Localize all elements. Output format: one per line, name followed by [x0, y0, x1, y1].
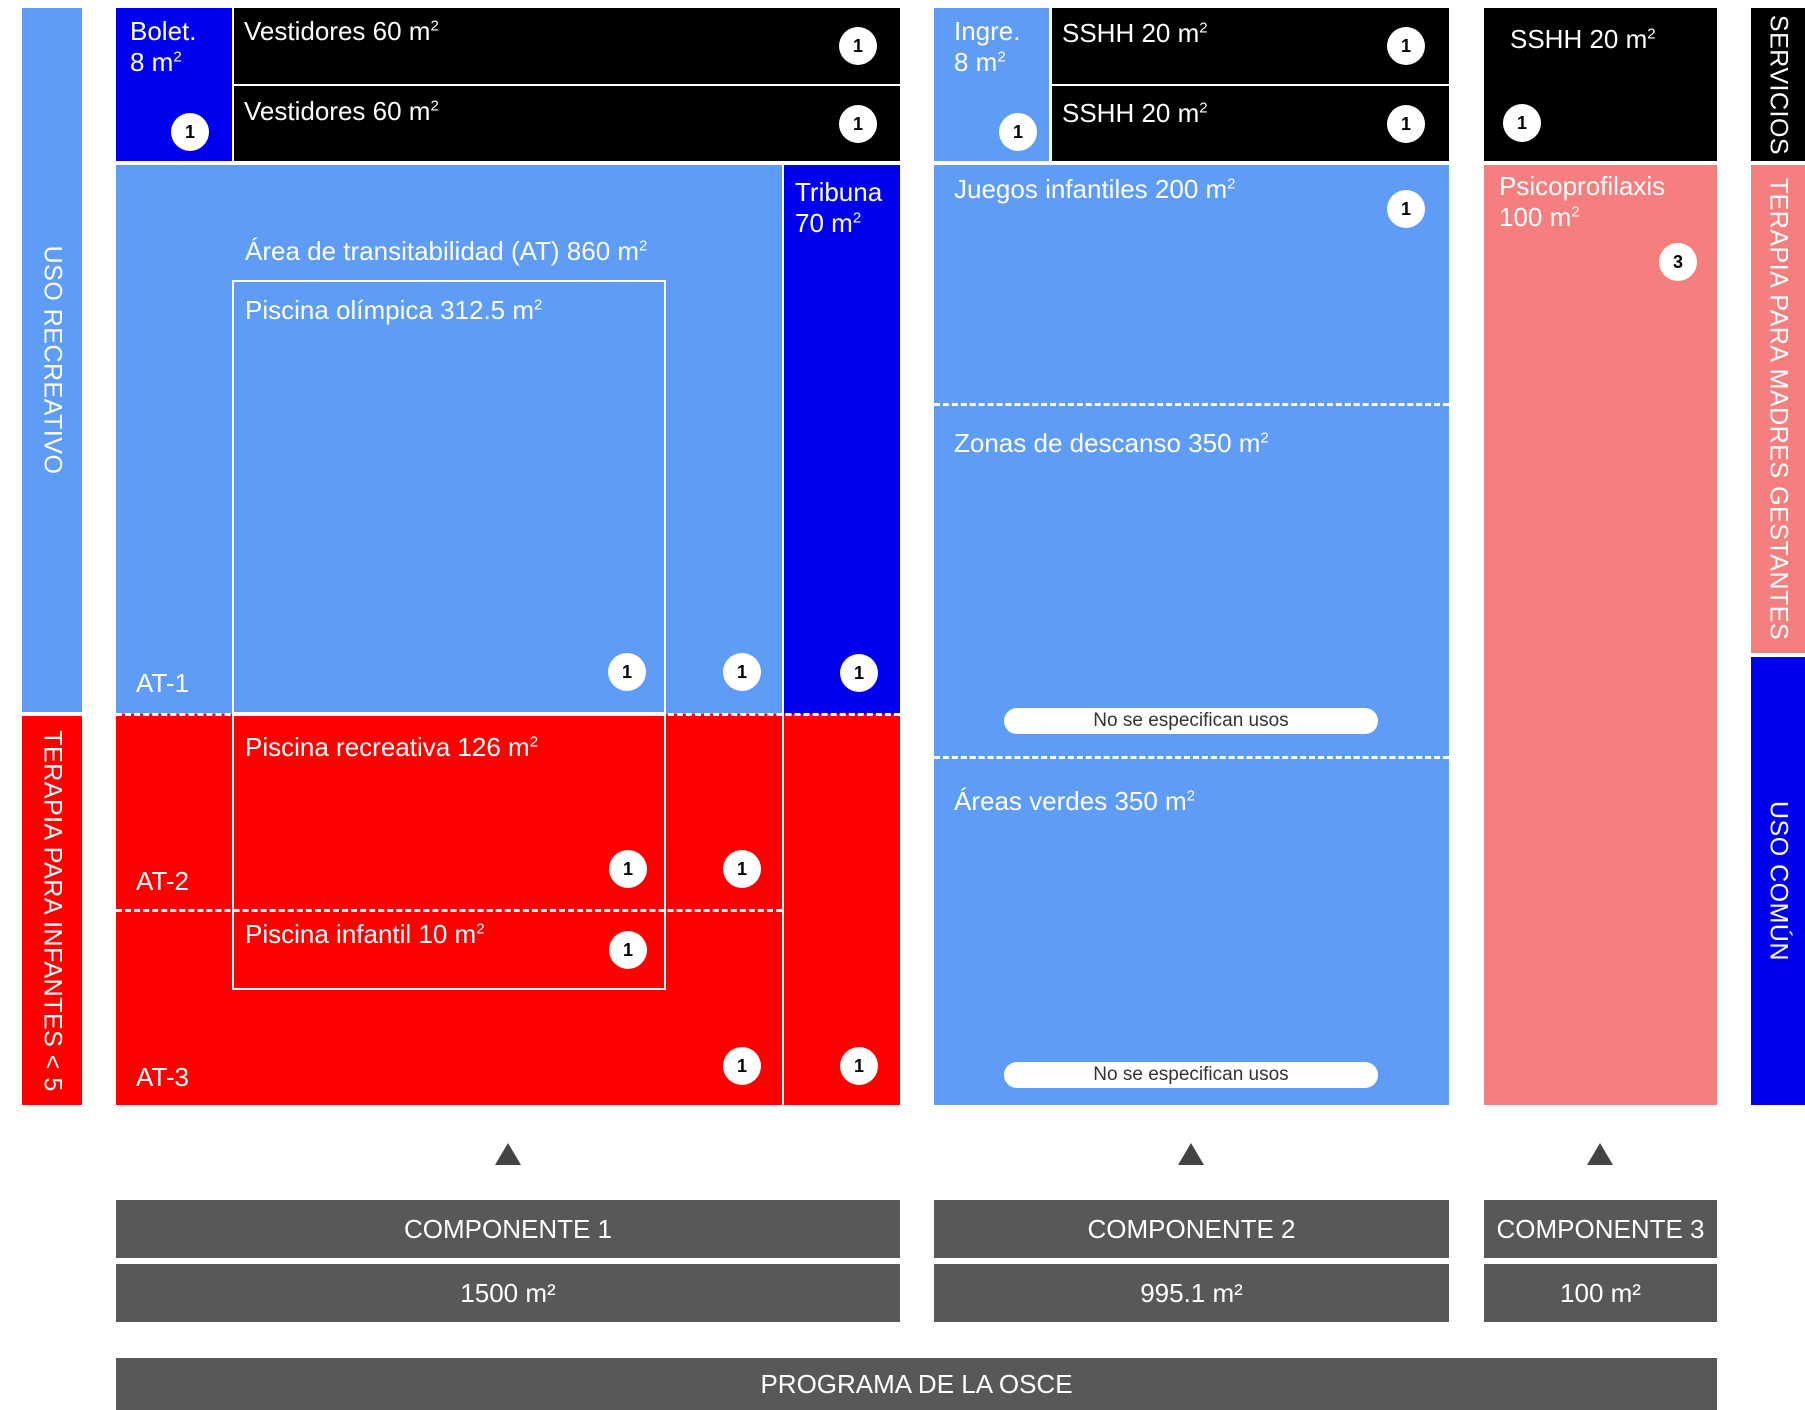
divider-descanso-verdes: [934, 756, 1449, 759]
componente-3-title: COMPONENTE 3: [1484, 1200, 1717, 1258]
ingreso-label: Ingre. 8 m: [954, 16, 1021, 77]
sshh-c3-badge: 1: [1503, 104, 1541, 142]
at1-label: AT-1: [136, 668, 189, 698]
sshh-c2-2-label: SSHH 20 m: [1062, 98, 1200, 128]
sshh-c2-2-block: SSHH 20 m2 1: [1052, 86, 1449, 161]
arrow-up-icon: [1587, 1143, 1613, 1165]
vestidores-1-block: Vestidores 60 m2 1: [234, 8, 900, 84]
band-terapia-madres: TERAPIA PARA MADRES GESTANTES: [1751, 165, 1805, 653]
zonas-descanso-note: No se especifican usos: [1004, 708, 1378, 734]
vestidores-1-label: Vestidores 60 m: [244, 16, 431, 46]
area-transitabilidad-label: Área de transitabilidad (AT) 860 m2: [245, 236, 648, 266]
at2-badge: 1: [723, 850, 761, 888]
sshh-c2-1-block: SSHH 20 m2 1: [1052, 8, 1449, 84]
psicoprofilaxis-badge: 3: [1659, 243, 1697, 281]
at3-badge: 1: [723, 1047, 761, 1085]
band-terapia-infantes: TERAPIA PARA INFANTES < 5: [22, 716, 82, 1105]
vestidores-2-label: Vestidores 60 m: [244, 96, 431, 126]
piscina-recreativa-badge: 1: [609, 850, 647, 888]
psicoprofilaxis-block: Psicoprofilaxis 100 m2 3: [1484, 165, 1717, 1105]
band-servicios-label: SERVICIOS: [1764, 14, 1793, 155]
arrow-up-icon: [1178, 1143, 1204, 1165]
areas-verdes-note: No se especifican usos: [1004, 1062, 1378, 1088]
band-uso-recreativo-label: USO RECREATIVO: [38, 245, 67, 475]
boleteria-block: Bolet. 8 m2 1: [116, 8, 232, 161]
sshh-c2-1-label: SSHH 20 m: [1062, 18, 1200, 48]
componente-1-title: COMPONENTE 1: [116, 1200, 900, 1258]
at3-label: AT-3: [136, 1062, 189, 1092]
ingreso-badge: 1: [999, 113, 1037, 151]
tribuna-red-block: 1: [784, 714, 900, 1105]
vestidores-1-badge: 1: [839, 27, 877, 65]
piscina-olimpica-badge: 1: [608, 653, 646, 691]
piscina-recreativa-label: Piscina recreativa 126 m2: [245, 732, 539, 762]
band-terapia-madres-label: TERAPIA PARA MADRES GESTANTES: [1764, 177, 1793, 641]
arrow-up-icon: [495, 1143, 521, 1165]
ingreso-block: Ingre. 8 m2 1: [934, 8, 1049, 161]
piscina-infantil-label: Piscina infantil 10 m2: [245, 919, 485, 949]
band-uso-comun: USO COMÚN: [1751, 657, 1805, 1105]
componente-2-area: 995.1 m²: [934, 1264, 1449, 1322]
sshh-c2-1-badge: 1: [1387, 27, 1425, 65]
at1-badge: 1: [723, 653, 761, 691]
tribuna-badge: 1: [840, 654, 878, 692]
band-uso-recreativo: USO RECREATIVO: [22, 8, 82, 712]
tribuna-label: Tribuna 70 m: [795, 177, 883, 238]
vestidores-2-block: Vestidores 60 m2 1: [234, 86, 900, 161]
sshh-c3-label: SSHH 20 m: [1510, 24, 1648, 54]
band-terapia-infantes-label: TERAPIA PARA INFANTES < 5: [38, 729, 67, 1092]
exterior-area-block: [934, 165, 1449, 1105]
sshh-c2-2-badge: 1: [1387, 105, 1425, 143]
piscina-olimpica-outline: [232, 280, 666, 714]
componente-1-area: 1500 m²: [116, 1264, 900, 1322]
programa-title: PROGRAMA DE LA OSCE: [116, 1358, 1717, 1410]
band-uso-comun-label: USO COMÚN: [1764, 800, 1793, 962]
zonas-descanso-label: Zonas de descanso 350 m2: [954, 428, 1269, 458]
psicoprofilaxis-label: Psicoprofilaxis 100 m: [1499, 171, 1666, 232]
tribuna-block: Tribuna 70 m2 1: [784, 165, 900, 714]
superscript: 2: [173, 48, 182, 66]
piscina-olimpica-label: Piscina olímpica 312.5 m2: [245, 295, 543, 325]
componente-3-area: 100 m²: [1484, 1264, 1717, 1322]
tribuna-red-badge: 1: [840, 1047, 878, 1085]
boleteria-badge: 1: [171, 113, 209, 151]
band-servicios: SERVICIOS: [1751, 8, 1805, 161]
sshh-c3-block: SSHH 20 m2 1: [1484, 8, 1717, 161]
at2-label: AT-2: [136, 866, 189, 896]
componente-2-title: COMPONENTE 2: [934, 1200, 1449, 1258]
boleteria-label: Bolet. 8 m: [130, 16, 197, 77]
program-diagram: USO RECREATIVO TERAPIA PARA INFANTES < 5…: [0, 0, 1805, 1410]
divider-juegos-descanso: [934, 403, 1449, 406]
vestidores-2-badge: 1: [839, 105, 877, 143]
juegos-badge: 1: [1387, 190, 1425, 228]
piscina-infantil-badge: 1: [609, 931, 647, 969]
juegos-label: Juegos infantiles 200 m2: [954, 174, 1236, 204]
areas-verdes-label: Áreas verdes 350 m2: [954, 786, 1196, 816]
